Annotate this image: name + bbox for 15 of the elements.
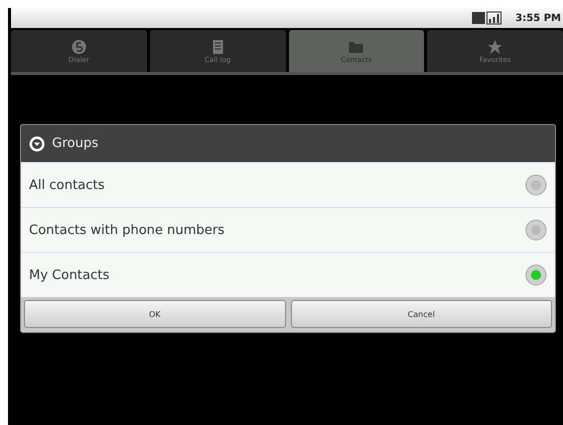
radio-button[interactable] (525, 219, 547, 241)
dialog-title: Groups (52, 136, 98, 151)
option-label: All contacts (29, 178, 105, 192)
group-option[interactable]: All contacts (21, 162, 555, 207)
radio-button[interactable] (525, 174, 547, 196)
radio-button[interactable] (525, 264, 547, 286)
clock: 3:55 PM (515, 12, 561, 24)
caret-down-icon (29, 136, 45, 152)
dial-icon (70, 38, 87, 54)
dialog-button[interactable]: Cancel (290, 300, 552, 328)
dialog-button[interactable]: OK (24, 300, 286, 328)
group-option[interactable]: Contacts with phone numbers (21, 207, 555, 252)
option-label: My Contacts (29, 268, 110, 282)
star-icon (487, 38, 504, 54)
option-label: Contacts with phone numbers (29, 222, 225, 238)
